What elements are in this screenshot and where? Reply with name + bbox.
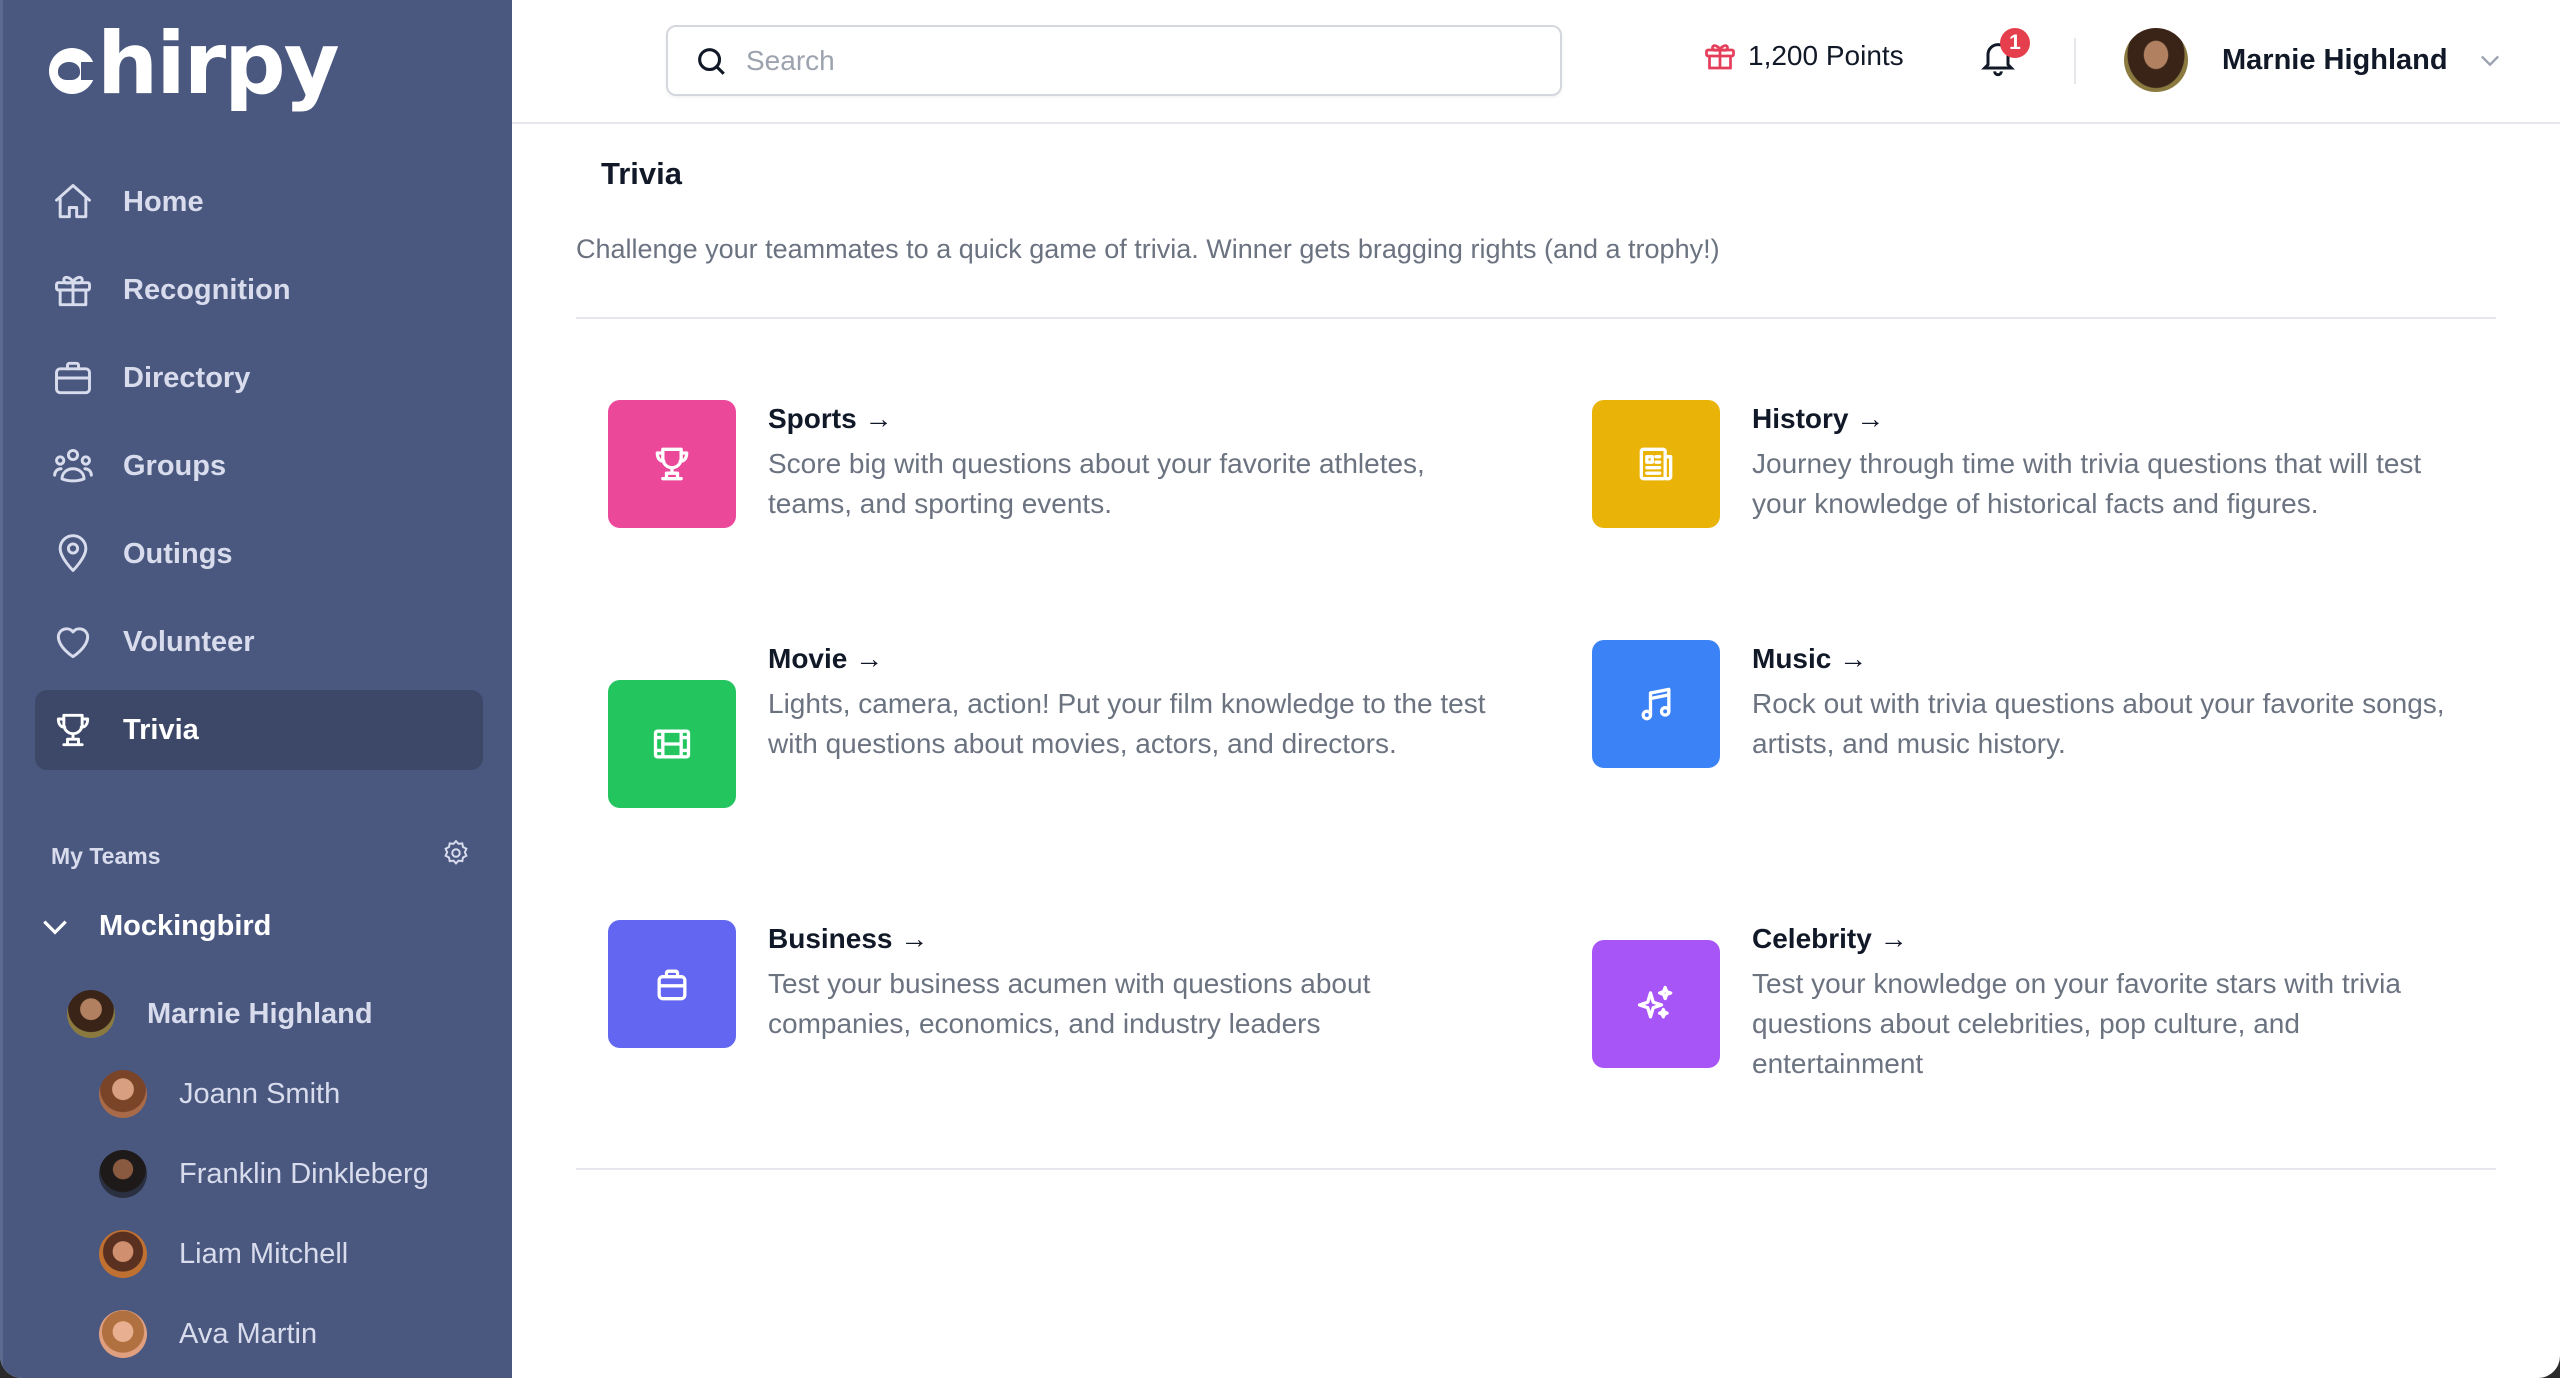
member-name: Franklin Dinkleberg <box>179 1157 429 1190</box>
category-tile <box>1592 940 1720 1068</box>
category-description: Lights, camera, action! Put your film kn… <box>768 688 1486 759</box>
divider <box>576 317 2496 319</box>
page-subtitle: Challenge your teammates to a quick game… <box>576 234 1720 264</box>
logo-bird-icon <box>49 48 99 94</box>
category-description: Test your business acumen with questions… <box>768 968 1371 1039</box>
avatar <box>99 1150 147 1198</box>
team-member[interactable]: Liam Mitchell <box>99 1230 348 1278</box>
sidebar-item-directory[interactable]: Directory <box>35 338 483 418</box>
main-content: Trivia Challenge your teammates to a qui… <box>512 126 2560 1378</box>
points-label: 1,200 Points <box>1748 40 1904 71</box>
member-name: Ava Martin <box>179 1317 318 1350</box>
chevron-down-icon <box>2480 55 2499 67</box>
search-box[interactable] <box>666 25 1562 96</box>
sidebar-item-label: Directory <box>123 361 251 394</box>
team-settings-button[interactable] <box>441 838 471 874</box>
category-sports[interactable]: Sports → Score big with questions about … <box>608 400 1508 528</box>
category-title[interactable]: Music → <box>1752 640 2472 678</box>
team-mockingbird[interactable]: Mockingbird <box>39 910 271 943</box>
sidebar: hirpy Home Recognition Directory Groups … <box>0 0 512 1378</box>
user-avatar <box>2124 28 2188 92</box>
sidebar-item-groups[interactable]: Groups <box>35 426 483 506</box>
chirpy-logo[interactable]: hirpy <box>49 14 340 114</box>
category-description: Test your knowledge on your favorite sta… <box>1752 968 2401 1079</box>
category-title[interactable]: Celebrity → <box>1752 920 2472 958</box>
my-teams-label: My Teams <box>51 842 161 869</box>
sidebar-item-volunteer[interactable]: Volunteer <box>35 602 483 682</box>
category-tile <box>1592 400 1720 528</box>
avatar <box>99 1230 147 1278</box>
heart-icon <box>51 620 95 664</box>
trophy-icon <box>51 708 95 752</box>
home-icon <box>51 180 95 224</box>
member-name: Joann Smith <box>179 1077 341 1110</box>
category-tile <box>1592 640 1720 768</box>
user-menu[interactable]: Marnie Highland <box>2124 28 2504 92</box>
sidebar-item-label: Trivia <box>123 713 199 746</box>
category-celebrity[interactable]: Celebrity → Test your knowledge on your … <box>1592 920 2492 1084</box>
avatar <box>99 1070 147 1118</box>
team-member[interactable]: Ava Martin <box>99 1310 317 1358</box>
my-teams-header: My Teams <box>51 838 471 874</box>
user-name: Marnie Highland <box>2222 43 2448 76</box>
app-window: hirpy Home Recognition Directory Groups … <box>0 0 2560 1378</box>
top-header: 1,200 Points 1 Marnie Highland <box>512 0 2560 124</box>
category-tile <box>608 920 736 1048</box>
member-name: Marnie Highland <box>147 997 373 1030</box>
sidebar-item-label: Outings <box>123 537 233 570</box>
sidebar-item-label: Groups <box>123 449 227 482</box>
category-business[interactable]: Business → Test your business acumen wit… <box>608 920 1508 1048</box>
team-name: Mockingbird <box>99 910 272 942</box>
gift-icon <box>1705 44 1735 70</box>
sparkles-icon <box>1637 985 1673 1019</box>
sidebar-item-recognition[interactable]: Recognition <box>35 250 483 330</box>
sidebar-item-label: Volunteer <box>123 625 255 658</box>
category-description: Journey through time with trivia questio… <box>1752 448 2422 519</box>
chevron-down-icon <box>43 920 67 935</box>
category-history[interactable]: History → Journey through time with triv… <box>1592 400 2492 528</box>
newspaper-icon <box>1639 447 1673 481</box>
sidebar-item-outings[interactable]: Outings <box>35 514 483 594</box>
category-tile <box>608 680 736 808</box>
search-icon <box>698 47 725 75</box>
briefcase-icon <box>51 356 95 400</box>
category-tile <box>608 400 736 528</box>
main-nav: Home Recognition Directory Groups Outing… <box>35 162 483 778</box>
search-input[interactable] <box>746 44 1526 77</box>
header-divider <box>2074 38 2076 84</box>
category-title[interactable]: Sports → <box>768 400 1488 438</box>
sidebar-item-label: Home <box>123 185 204 218</box>
sidebar-item-trivia[interactable]: Trivia <box>35 690 483 770</box>
music-note-icon <box>1641 687 1671 721</box>
map-pin-icon <box>51 532 95 576</box>
avatar <box>67 990 115 1038</box>
member-name: Liam Mitchell <box>179 1237 349 1270</box>
points-balance[interactable]: 1,200 Points <box>1702 38 1904 74</box>
category-title[interactable]: Movie → <box>768 640 1488 678</box>
gear-icon <box>444 839 468 865</box>
divider <box>576 1168 2496 1170</box>
team-member[interactable]: Joann Smith <box>99 1070 340 1118</box>
users-icon <box>51 444 95 488</box>
briefcase-icon <box>657 969 687 1001</box>
page-title: Trivia <box>601 156 682 191</box>
notifications-button[interactable]: 1 <box>1978 28 2030 82</box>
gift-icon <box>51 268 95 312</box>
category-movie[interactable]: Movie → Lights, camera, action! Put your… <box>608 640 1508 808</box>
team-member[interactable]: Franklin Dinkleberg <box>99 1150 429 1198</box>
category-music[interactable]: Music → Rock out with trivia questions a… <box>1592 640 2492 768</box>
team-member-lead[interactable]: Marnie Highland <box>67 990 373 1038</box>
avatar <box>99 1310 147 1358</box>
trophy-icon <box>655 447 689 481</box>
sidebar-item-home[interactable]: Home <box>35 162 483 242</box>
sidebar-item-label: Recognition <box>123 273 291 306</box>
category-description: Score big with questions about your favo… <box>768 448 1425 519</box>
notification-badge: 1 <box>2000 28 2030 58</box>
category-title[interactable]: Business → <box>768 920 1488 958</box>
category-description: Rock out with trivia questions about you… <box>1752 688 2445 759</box>
film-icon <box>653 729 691 759</box>
category-title[interactable]: History → <box>1752 400 2472 438</box>
